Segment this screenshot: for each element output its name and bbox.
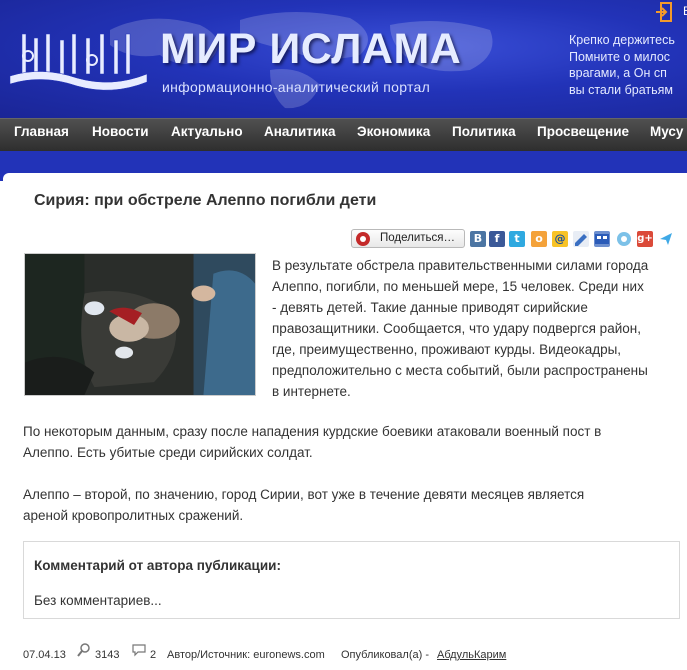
article-photo — [24, 253, 256, 396]
text-line: в интернете. — [272, 384, 351, 399]
text-line: - девять детей. Такие данные приводят си… — [272, 300, 588, 315]
article-paragraph-2: По некоторым данным, сразу после нападен… — [23, 421, 601, 463]
nav-item-analytics[interactable]: Аналитика — [264, 124, 335, 139]
site-subtitle: информационно-аналитический портал — [162, 79, 431, 95]
login-link[interactable]: В — [683, 4, 687, 18]
login-icon[interactable] — [655, 2, 673, 22]
author-link[interactable]: АбдульКарим — [437, 649, 506, 661]
text-line: По некоторым данным, сразу после нападен… — [23, 424, 602, 439]
text-line: Алеппо. Есть убитые среди сирийских солд… — [23, 445, 313, 460]
text-line: В результате обстрела правительственными… — [272, 258, 649, 273]
vk-icon[interactable]: B — [470, 231, 486, 247]
comment-text: Без комментариев... — [34, 593, 162, 608]
nav-item-actual[interactable]: Актуально — [171, 124, 243, 139]
share-icon — [356, 232, 370, 246]
shahada-logo — [9, 33, 148, 91]
quote-line: врагами, а Он сп — [569, 66, 667, 80]
liveinternet-icon[interactable] — [616, 231, 632, 247]
main-nav: Главная Новости Актуально Аналитика Экон… — [0, 118, 687, 151]
nav-item-education[interactable]: Просвещение — [537, 124, 629, 139]
text-line: Алеппо – второй, по значению, город Сири… — [23, 487, 585, 502]
article-intro: В результате обстрела правительственными… — [272, 255, 648, 402]
nav-item-politics[interactable]: Политика — [452, 124, 516, 139]
yandex-icon[interactable] — [658, 231, 674, 247]
nav-item-home[interactable]: Главная — [14, 124, 69, 139]
share-label: Поделиться… — [380, 232, 456, 244]
article-paragraph-3: Алеппо – второй, по значению, город Сири… — [23, 484, 584, 526]
livejournal-icon[interactable] — [573, 231, 589, 247]
article-source: Автор/Источник: euronews.com — [167, 649, 325, 661]
nav-item-muslims[interactable]: Мусу — [650, 124, 683, 139]
text-line: ареной кровопролитных сражений. — [23, 508, 244, 523]
quote-line: вы стали братьям — [569, 82, 674, 97]
nav-item-economy[interactable]: Экономика — [357, 124, 430, 139]
facebook-icon[interactable]: f — [489, 231, 505, 247]
article-title: Сирия: при обстреле Алеппо погибли дети — [34, 192, 377, 209]
mail-icon[interactable]: @ — [552, 231, 568, 247]
twitter-icon[interactable]: t — [509, 231, 525, 247]
odnoklassniki-icon[interactable]: o — [531, 231, 547, 247]
comments-icon[interactable] — [132, 643, 146, 657]
text-line: где, преимущественно, проживают курды. В… — [272, 342, 622, 357]
text-line: Алеппо, погибли, по меньшей мере, 15 чел… — [272, 279, 644, 294]
views-icon — [77, 643, 90, 657]
views-count: 3143 — [95, 649, 120, 661]
share-button[interactable]: Поделиться… — [351, 229, 465, 248]
quote-line: Помните о милос — [569, 49, 671, 64]
myworld-icon[interactable] — [594, 231, 610, 247]
google-plus-icon[interactable]: g+ — [637, 231, 653, 247]
publish-date: 07.04.13 — [23, 649, 66, 661]
text-line: предположительно с места событий, были р… — [272, 363, 648, 378]
published-by-label: Опубликовал(а) - — [341, 649, 429, 661]
comments-count[interactable]: 2 — [150, 649, 156, 661]
comment-title: Комментарий от автора публикации: — [34, 558, 281, 573]
text-line: правозащитники. Сообщается, что удару по… — [272, 321, 641, 336]
nav-item-news[interactable]: Новости — [92, 124, 149, 139]
site-title[interactable]: МИР ИСЛАМА — [160, 28, 461, 71]
quote-line: Крепко держитесь — [569, 33, 675, 47]
site-header: МИР ИСЛАМА информационно-аналитический п… — [0, 0, 687, 118]
header-quote: Крепко держитесь Помните о милос врагами… — [569, 32, 687, 98]
